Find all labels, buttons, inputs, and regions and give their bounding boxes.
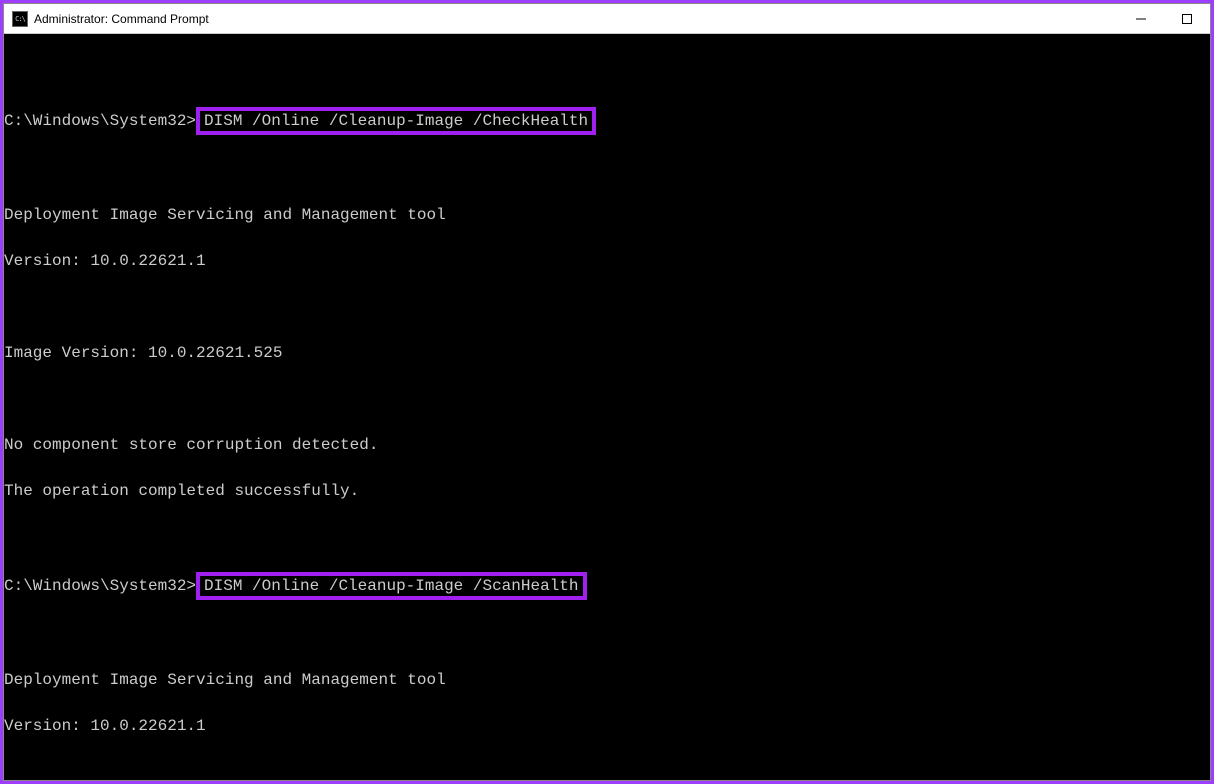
blank-line — [4, 388, 1210, 411]
output-image-version: Image Version: 10.0.22621.525 — [4, 342, 1210, 365]
blank-line — [4, 61, 1210, 84]
blank-line — [4, 761, 1210, 780]
highlighted-command-1: DISM /Online /Cleanup-Image /CheckHealth — [196, 107, 596, 135]
maximize-icon — [1182, 14, 1192, 24]
cmd-line-2: C:\Windows\System32>DISM /Online /Cleanu… — [4, 572, 1210, 600]
blank-line — [4, 296, 1210, 319]
output-result-1a: No component store corruption detected. — [4, 434, 1210, 457]
output-tool-header: Deployment Image Servicing and Managemen… — [4, 204, 1210, 227]
window-title: Administrator: Command Prompt — [34, 12, 1118, 26]
output-tool-version: Version: 10.0.22621.1 — [4, 250, 1210, 273]
window-controls — [1118, 4, 1210, 33]
blank-line — [4, 158, 1210, 181]
output-tool-header: Deployment Image Servicing and Managemen… — [4, 669, 1210, 692]
maximize-button[interactable] — [1164, 4, 1210, 33]
blank-line — [4, 526, 1210, 549]
titlebar[interactable]: C:\ Administrator: Command Prompt — [4, 4, 1210, 34]
terminal-output[interactable]: C:\Windows\System32>DISM /Online /Cleanu… — [4, 34, 1210, 780]
minimize-button[interactable] — [1118, 4, 1164, 33]
blank-line — [4, 623, 1210, 646]
cmd-line-1: C:\Windows\System32>DISM /Online /Cleanu… — [4, 107, 1210, 135]
output-tool-version: Version: 10.0.22621.1 — [4, 715, 1210, 738]
highlighted-command-2: DISM /Online /Cleanup-Image /ScanHealth — [196, 572, 586, 600]
minimize-icon — [1136, 14, 1146, 24]
cmd-window: C:\ Administrator: Command Prompt C:\Win… — [3, 3, 1211, 781]
output-success-1: The operation completed successfully. — [4, 480, 1210, 503]
prompt-text: C:\Windows\System32> — [4, 112, 196, 130]
prompt-text: C:\Windows\System32> — [4, 577, 196, 595]
cmd-icon: C:\ — [12, 11, 28, 27]
